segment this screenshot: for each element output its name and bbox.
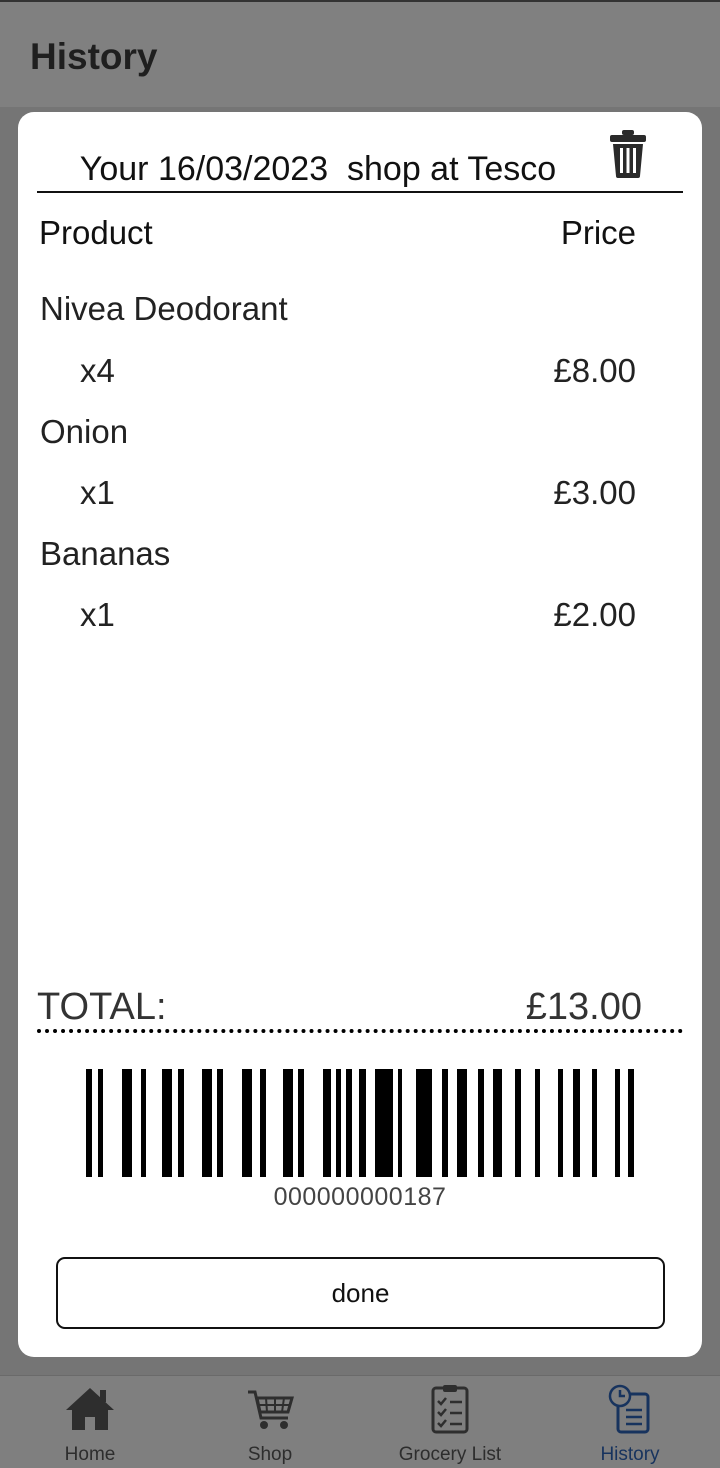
item-price: £2.00 [553,596,636,633]
nav-label-history: History [600,1444,660,1465]
title-divider [37,191,683,193]
nav-item-grocery-list[interactable]: Grocery List [360,1376,540,1468]
history-icon [608,1384,650,1434]
total-divider [37,1029,683,1033]
item-quantity: x4 [80,352,115,389]
item-quantity: x1 [80,596,115,633]
item-price: £8.00 [553,352,636,389]
trash-icon[interactable] [608,129,648,179]
nav-label-shop: Shop [247,1444,293,1465]
item-price: £3.00 [553,474,636,511]
receipt-title: Your 16/03/2023 shop at Tesco [79,150,557,188]
nav-item-home[interactable]: Home [0,1376,180,1468]
cart-icon [248,1390,294,1429]
nav-label-grocery-list: Grocery List [398,1444,502,1465]
price-column-header: Price [560,214,636,251]
done-button[interactable]: done [56,1257,665,1329]
barcode-number: 000000000187 [273,1183,447,1211]
nav-item-history[interactable]: History [540,1376,720,1468]
app-header: History [0,0,720,107]
home-icon [66,1388,114,1430]
product-column-header: Product [39,214,153,251]
total-label: TOTAL: [37,986,167,1028]
item-name: Onion [40,413,129,450]
nav-item-shop[interactable]: Shop [180,1376,360,1468]
item-name: Nivea Deodorant [40,290,288,327]
page-title: History [30,36,158,77]
nav-label-home: Home [64,1444,116,1465]
barcode [86,1069,634,1177]
item-name: Bananas [40,535,171,572]
total-value: £13.00 [525,986,642,1028]
bottom-nav: Home Shop Grocery List History [0,1375,720,1468]
clipboard-list-icon [431,1385,469,1434]
item-quantity: x1 [80,474,115,511]
